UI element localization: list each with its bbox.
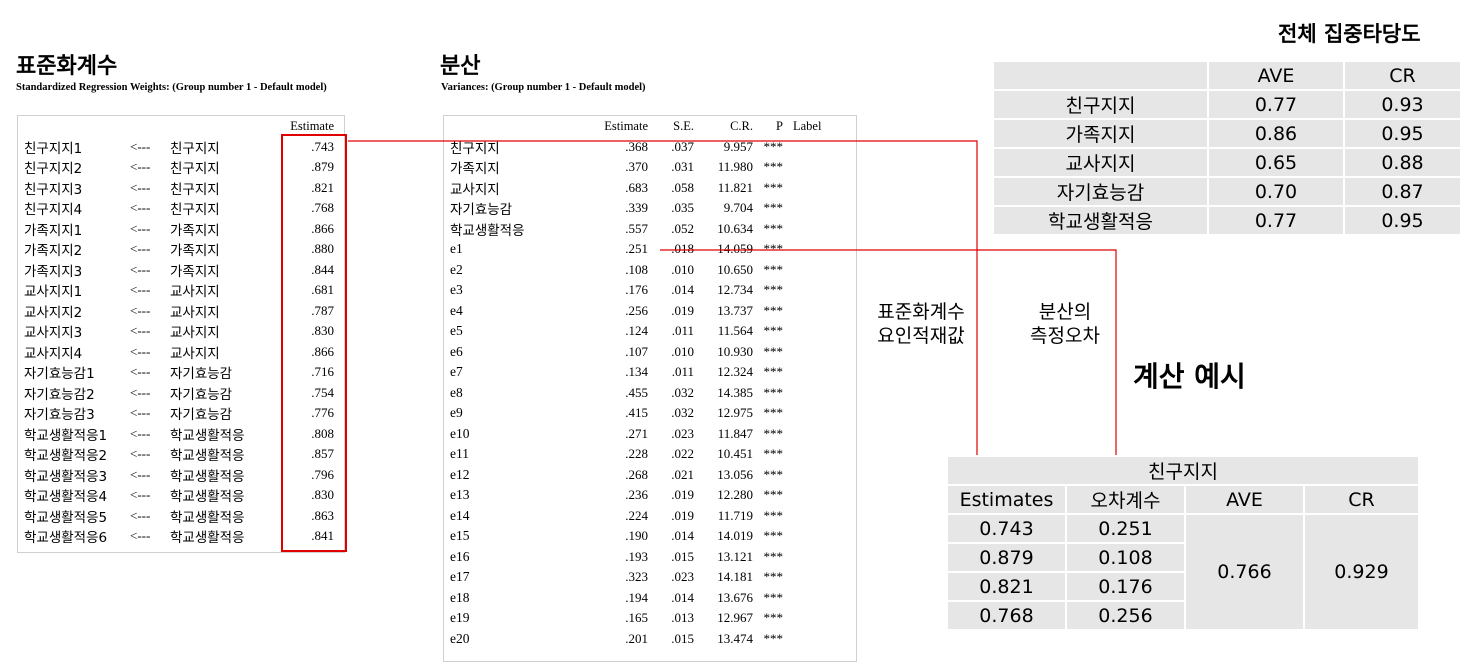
summary-row: 가족지지 0.86 0.95 <box>992 118 1462 149</box>
example-table: 친구지지 Estimates 오차계수 AVE CR 0.743 0.251 0.7… <box>946 455 1420 631</box>
example-estimate: 0.743 <box>946 513 1067 544</box>
std-annotation-line1: 표준화계수 <box>877 301 965 323</box>
summary-factor: 가족지지 <box>992 118 1209 149</box>
summary-factor: 학교생활적응 <box>992 205 1209 236</box>
example-header-ave: AVE <box>1184 484 1305 515</box>
example-header-estimates: Estimates <box>946 484 1067 515</box>
summary-cr: 0.87 <box>1343 176 1462 207</box>
summary-cr: 0.95 <box>1343 205 1462 236</box>
summary-header-ave: AVE <box>1207 60 1345 91</box>
summary-factor: 자기효능감 <box>992 176 1209 207</box>
example-estimate: 0.768 <box>946 600 1067 631</box>
summary-header-blank <box>992 60 1209 91</box>
var-arrow-line <box>660 249 1117 460</box>
example-estimate: 0.879 <box>946 542 1067 573</box>
example-ave-value: 0.766 <box>1184 513 1305 631</box>
summary-title: 전체 집중타당도 <box>1278 22 1421 46</box>
example-cr-value: 0.929 <box>1303 513 1420 631</box>
example-error: 0.108 <box>1065 542 1186 573</box>
var-annotation-line2: 측정오차 <box>1030 325 1100 347</box>
std-annotation: 표준화계수 요인적재값 <box>858 300 984 348</box>
summary-header-cr: CR <box>1343 60 1462 91</box>
summary-ave: 0.77 <box>1207 89 1345 120</box>
summary-cr: 0.88 <box>1343 147 1462 178</box>
summary-cr: 0.93 <box>1343 89 1462 120</box>
example-error: 0.251 <box>1065 513 1186 544</box>
example-header-cr: CR <box>1303 484 1420 515</box>
summary-row: 학교생활적응 0.77 0.95 <box>992 205 1462 236</box>
summary-row: 자기효능감 0.70 0.87 <box>992 176 1462 207</box>
example-header-error: 오차계수 <box>1065 484 1186 515</box>
summary-table: AVE CR 친구지지 0.77 0.93 가족지지 0.86 0.95 교사지지 0.65 0… <box>992 60 1462 236</box>
summary-row: 친구지지 0.77 0.93 <box>992 89 1462 120</box>
example-title: 계산 예시 <box>1133 360 1246 393</box>
summary-ave: 0.70 <box>1207 176 1345 207</box>
example-estimate: 0.821 <box>946 571 1067 602</box>
var-annotation-line1: 분산의 <box>1038 301 1092 323</box>
example-error: 0.176 <box>1065 571 1186 602</box>
example-error: 0.256 <box>1065 600 1186 631</box>
var-annotation: 분산의 측정오차 <box>1010 300 1120 348</box>
summary-row: 교사지지 0.65 0.88 <box>992 147 1462 178</box>
summary-cr: 0.95 <box>1343 118 1462 149</box>
example-row: 0.743 0.251 0.766 0.929 <box>946 513 1420 631</box>
std-annotation-line2: 요인적재값 <box>877 325 965 347</box>
summary-factor: 교사지지 <box>992 147 1209 178</box>
summary-ave: 0.65 <box>1207 147 1345 178</box>
summary-ave: 0.86 <box>1207 118 1345 149</box>
summary-factor: 친구지지 <box>992 89 1209 120</box>
summary-ave: 0.77 <box>1207 205 1345 236</box>
example-group-label: 친구지지 <box>946 455 1420 486</box>
